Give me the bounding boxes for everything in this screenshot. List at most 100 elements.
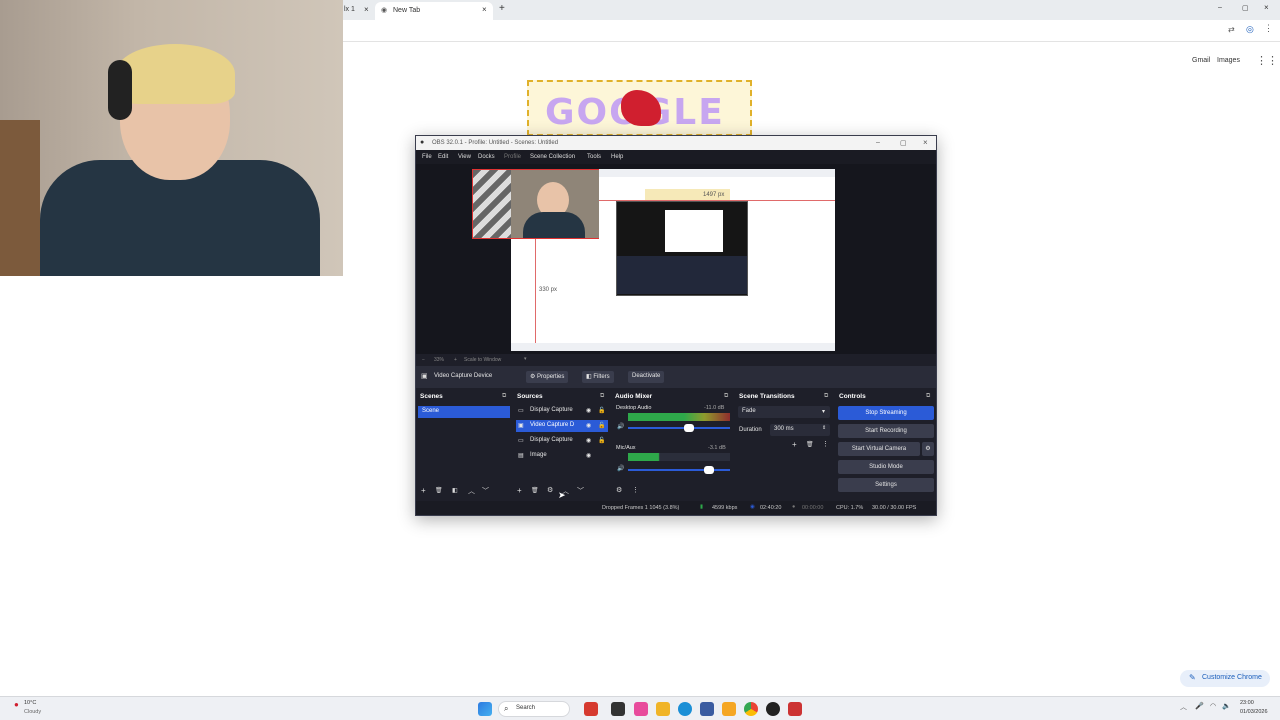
maximize-icon[interactable]: ▢	[1242, 4, 1249, 12]
clock-time[interactable]: 23:00	[1240, 700, 1254, 706]
dock-float-icon[interactable]: ⧉	[926, 393, 930, 400]
filters-button[interactable]: ◧ Filters	[582, 371, 614, 383]
volume-icon[interactable]: 🔈	[1222, 702, 1231, 710]
gmail-link[interactable]: Gmail	[1192, 57, 1210, 64]
source-item[interactable]: ▣ Video Capture D ◉ 🔓	[516, 420, 608, 432]
active-app-icon[interactable]	[788, 702, 802, 716]
source-item[interactable]: ▤ Image ◉	[516, 450, 608, 462]
app-icon[interactable]	[722, 702, 736, 716]
eye-icon[interactable]: ◉	[586, 407, 591, 414]
speaker-icon[interactable]: 🔊	[617, 423, 624, 430]
close-icon[interactable]: ×	[482, 5, 487, 14]
source-item[interactable]: ▭ Display Capture ◉ 🔓	[516, 435, 608, 447]
close-window-icon[interactable]: ×	[1264, 3, 1269, 12]
mic-icon[interactable]: 🎤	[1195, 702, 1204, 710]
trash-icon[interactable]: 🗑	[806, 441, 814, 448]
eye-icon[interactable]: ◉	[586, 437, 591, 444]
menu-scene-collection[interactable]: Scene Collection	[530, 154, 575, 160]
more-icon[interactable]: ⋮	[822, 440, 829, 448]
profile-icon[interactable]: ◎	[1246, 24, 1254, 35]
edge-icon[interactable]	[678, 702, 692, 716]
weather-alert-icon[interactable]: ●	[14, 700, 19, 709]
chrome-icon[interactable]	[744, 702, 758, 716]
dock-float-icon[interactable]: ⧉	[502, 393, 506, 400]
duration-spinbox[interactable]: 300 ms ⇕	[770, 424, 830, 436]
preview-area[interactable]: 1497 px 330 px	[416, 164, 936, 354]
copilot-icon[interactable]	[634, 702, 648, 716]
transition-select[interactable]: Fade ▾	[738, 406, 830, 418]
speaker-icon[interactable]: 🔊	[617, 465, 624, 472]
menu-edit[interactable]: Edit	[438, 154, 448, 160]
stepper-icon[interactable]: ⇕	[822, 425, 826, 431]
minimize-icon[interactable]: –	[876, 139, 880, 146]
stop-streaming-button[interactable]: Stop Streaming	[838, 406, 934, 420]
settings-button[interactable]: Settings	[838, 478, 934, 492]
slider-handle[interactable]	[704, 466, 714, 474]
virtual-camera-settings-button[interactable]: ⚙	[922, 442, 934, 456]
apps-grid-icon[interactable]: ⋮⋮	[1256, 54, 1278, 67]
source-item[interactable]: ▭ Display Capture ◉ 🔓	[516, 405, 608, 417]
search-box[interactable]: ⌕ Search	[498, 701, 570, 717]
tab-label[interactable]: lx 1	[344, 6, 355, 13]
selected-source-box[interactable]	[472, 169, 599, 239]
images-link[interactable]: Images	[1217, 57, 1240, 64]
dock-float-icon[interactable]: ⧉	[724, 393, 728, 400]
menu-tools[interactable]: Tools	[587, 154, 601, 160]
add-icon[interactable]: +	[517, 486, 522, 495]
extensions-icon[interactable]: ⇄	[1228, 25, 1235, 34]
customize-chrome-button[interactable]: ✎ Customize Chrome	[1180, 670, 1270, 687]
clock-date[interactable]: 01/03/2026	[1240, 709, 1268, 715]
close-icon[interactable]: ×	[364, 5, 369, 14]
dragon-widget-icon[interactable]	[584, 702, 598, 716]
lock-icon[interactable]: 🔓	[598, 407, 605, 414]
zoom-out-icon[interactable]: −	[422, 357, 425, 363]
dock-float-icon[interactable]: ⧉	[600, 393, 604, 400]
add-icon[interactable]: +	[421, 486, 426, 495]
scale-to-window[interactable]: Scale to Window	[464, 357, 501, 363]
zoom-in-icon[interactable]: +	[454, 357, 457, 363]
lock-icon[interactable]: 🔓	[598, 437, 605, 444]
volume-slider[interactable]	[628, 427, 730, 429]
menu-help[interactable]: Help	[611, 154, 623, 160]
store-icon[interactable]	[700, 702, 714, 716]
menu-file[interactable]: File	[422, 154, 432, 160]
gear-icon[interactable]: ⚙	[547, 486, 553, 494]
task-view-icon[interactable]	[611, 702, 625, 716]
menu-docks[interactable]: Docks	[478, 154, 495, 160]
scene-item[interactable]: Scene	[418, 406, 510, 418]
menu-view[interactable]: View	[458, 154, 471, 160]
properties-button[interactable]: ⚙ Properties	[526, 371, 569, 383]
add-icon[interactable]: +	[792, 440, 797, 449]
studio-mode-button[interactable]: Studio Mode	[838, 460, 934, 474]
menu-icon[interactable]: ⋮	[1264, 23, 1273, 34]
advanced-audio-icon[interactable]: ⚙	[616, 486, 622, 494]
filter-icon[interactable]: ◧	[452, 487, 458, 494]
new-tab-icon[interactable]: +	[499, 3, 505, 14]
chevron-down-icon[interactable]: ﹀	[482, 486, 489, 496]
google-doodle[interactable]: GOOGLE	[527, 80, 752, 136]
more-icon[interactable]: ⋮	[632, 486, 639, 494]
chevron-down-icon[interactable]: ▾	[524, 356, 527, 362]
start-virtual-camera-button[interactable]: Start Virtual Camera	[838, 442, 920, 456]
maximize-icon[interactable]: ▢	[900, 139, 907, 147]
dock-float-icon[interactable]: ⧉	[824, 393, 828, 400]
eye-icon[interactable]: ◉	[586, 422, 591, 429]
close-icon[interactable]: ×	[923, 138, 928, 147]
trash-icon[interactable]: 🗑	[531, 487, 539, 494]
chevron-up-icon[interactable]: ︿	[1180, 702, 1187, 712]
windows-start-icon[interactable]	[478, 702, 492, 716]
obs-icon[interactable]	[766, 702, 780, 716]
chevron-down-icon[interactable]: ﹀	[577, 486, 584, 496]
minimize-icon[interactable]: –	[1218, 4, 1222, 11]
file-explorer-icon[interactable]	[656, 702, 670, 716]
lock-icon[interactable]: 🔓	[598, 422, 605, 429]
deactivate-button[interactable]: Deactivate	[628, 371, 665, 383]
trash-icon[interactable]: 🗑	[435, 487, 443, 494]
eye-icon[interactable]: ◉	[586, 452, 591, 459]
chevron-up-icon[interactable]: ︿	[468, 486, 475, 496]
wifi-icon[interactable]: ◠	[1210, 702, 1216, 710]
slider-handle[interactable]	[684, 424, 694, 432]
start-recording-button[interactable]: Start Recording	[838, 424, 934, 438]
menu-profile[interactable]: Profile	[504, 154, 521, 160]
active-tab[interactable]: ◉ New Tab ×	[375, 2, 493, 20]
